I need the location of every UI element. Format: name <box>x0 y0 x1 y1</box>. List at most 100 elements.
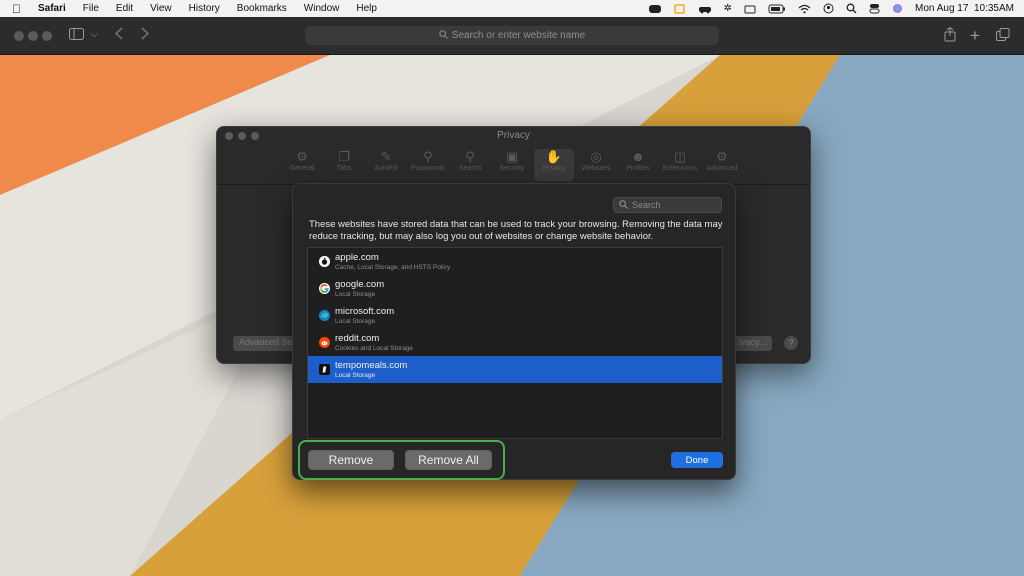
tab-autofill[interactable]: ✎ AutoFill <box>366 149 406 181</box>
website-search-input[interactable] <box>632 200 712 210</box>
tab-passwords[interactable]: ⚲ Passwords <box>408 149 448 181</box>
safari-toolbar: ⌵ Search or enter website name + <box>0 17 1024 55</box>
car-icon[interactable] <box>698 0 712 17</box>
tab-general[interactable]: ⚙ General <box>282 149 322 181</box>
search-icon <box>439 29 448 42</box>
site-name: google.com <box>335 278 385 290</box>
close-window-button[interactable] <box>14 31 24 41</box>
url-placeholder: Search or enter website name <box>451 30 586 41</box>
menu-file[interactable]: File <box>83 3 99 14</box>
tab-privacy[interactable]: ✋ Privacy <box>534 149 574 181</box>
zoom-window-button[interactable] <box>42 31 52 41</box>
tab-advanced-label: Advanced <box>706 165 738 172</box>
tab-autofill-label: AutoFill <box>374 165 398 172</box>
tab-advanced[interactable]: ⚙ Advanced <box>702 149 742 181</box>
puzzle-icon: ◫ <box>673 149 687 164</box>
keyboard-icon[interactable] <box>744 0 756 17</box>
autofill-icon: ✎ <box>380 149 392 164</box>
remove-button[interactable]: Remove <box>308 450 394 470</box>
list-item-tempomeals[interactable]: tempomeals.com Local Storage <box>308 356 722 383</box>
tab-security-label: Security <box>499 165 525 172</box>
site-detail: Local Storage <box>335 371 376 379</box>
tabs-icon: ❐ <box>338 149 350 164</box>
site-name: microsoft.com <box>335 305 395 317</box>
menu-extras: ✲ Mon Aug 17 10:35AM <box>648 0 1014 17</box>
remove-all-button[interactable]: Remove All <box>405 450 492 470</box>
site-detail: Local Storage <box>335 317 376 325</box>
tab-search-label: Search <box>458 165 482 172</box>
edge-logo-icon <box>319 310 330 321</box>
search-icon <box>619 199 628 211</box>
back-arrow-icon[interactable] <box>114 27 123 43</box>
menu-bookmarks[interactable]: Bookmarks <box>237 3 287 14</box>
new-tab-plus-icon[interactable]: + <box>970 26 980 46</box>
person-icon: ☻ <box>631 149 645 164</box>
tab-overview-icon[interactable] <box>996 28 1010 44</box>
siri-icon[interactable] <box>892 0 903 17</box>
forward-arrow-icon[interactable] <box>141 27 150 43</box>
site-name: reddit.com <box>335 332 380 344</box>
tab-profiles-label: Profiles <box>626 165 650 172</box>
site-detail: Local Storage <box>335 290 376 298</box>
site-detail: Cache, Local Storage, and HSTS Policy <box>335 263 451 271</box>
share-icon[interactable] <box>944 26 956 45</box>
app-status-icon[interactable] <box>648 0 662 17</box>
menu-window[interactable]: Window <box>304 3 340 14</box>
battery-icon[interactable] <box>768 0 786 17</box>
website-search-field[interactable] <box>613 197 722 213</box>
menu-help[interactable]: Help <box>356 3 377 14</box>
tab-search[interactable]: ⚲ Search <box>450 149 490 181</box>
user-icon[interactable] <box>823 0 834 17</box>
list-item-apple[interactable]: apple.com Cache, Local Storage, and HSTS… <box>308 248 722 275</box>
tab-security[interactable]: ▣ Security <box>492 149 532 181</box>
tab-tabs-label: Tabs <box>336 165 352 172</box>
done-button[interactable]: Done <box>671 452 723 468</box>
menu-app-name[interactable]: Safari <box>38 3 66 14</box>
url-address-bar[interactable]: Search or enter website name <box>305 26 719 45</box>
list-item-microsoft[interactable]: microsoft.com Local Storage <box>308 302 722 329</box>
control-center-icon[interactable] <box>869 0 880 17</box>
tracking-explanation-text: These websites have stored data that can… <box>309 219 723 242</box>
advanced-settings-button[interactable]: Advanced Se <box>233 336 299 351</box>
menu-history[interactable]: History <box>189 3 220 14</box>
lock-icon: ▣ <box>505 149 519 164</box>
minimize-window-button[interactable] <box>28 31 38 41</box>
prefs-tab-bar: ⚙ General ❐ Tabs ✎ AutoFill ⚲ Passwords ⚲ Sea… <box>282 149 742 181</box>
menu-edit[interactable]: Edit <box>116 3 133 14</box>
spotlight-search-icon[interactable] <box>846 0 857 17</box>
tab-tabs[interactable]: ❐ Tabs <box>324 149 364 181</box>
manage-website-data-sheet: These websites have stored data that can… <box>292 183 736 480</box>
tab-extensions[interactable]: ◫ Extensions <box>660 149 700 181</box>
menu-view[interactable]: View <box>150 3 172 14</box>
tab-general-label: General <box>289 165 315 172</box>
manage-privacy-button[interactable]: ivacy... <box>733 336 773 351</box>
chevron-down-icon[interactable]: ⌵ <box>91 29 98 40</box>
list-item-google[interactable]: google.com Local Storage <box>308 275 722 302</box>
globe-icon: ◎ <box>590 149 602 164</box>
advanced-gears-icon: ⚙ <box>716 149 728 164</box>
prefs-window-title: Privacy <box>497 130 530 141</box>
screen-icon[interactable] <box>673 0 686 17</box>
wifi-icon[interactable] <box>798 0 811 17</box>
reddit-logo-icon <box>319 337 330 348</box>
apple-menu-icon[interactable]:  <box>12 2 24 16</box>
google-logo-icon <box>319 283 330 294</box>
tab-extensions-label: Extensions <box>662 165 698 172</box>
apple-logo-icon <box>319 256 330 267</box>
menu-clock[interactable]: Mon Aug 17 10:35AM <box>915 3 1014 14</box>
help-button[interactable]: ? <box>784 336 798 350</box>
list-item-reddit[interactable]: reddit.com Cookies and Local Storage <box>308 329 722 356</box>
search-icon: ⚲ <box>465 149 475 164</box>
site-detail: Cookies and Local Storage <box>335 344 414 352</box>
tab-websites[interactable]: ◎ Websites <box>576 149 616 181</box>
tab-passwords-label: Passwords <box>410 165 446 172</box>
hand-icon: ✋ <box>545 149 563 164</box>
tempomeals-logo-icon <box>319 364 330 375</box>
tab-privacy-label: Privacy <box>542 165 566 172</box>
tab-profiles[interactable]: ☻ Profiles <box>618 149 658 181</box>
website-data-list[interactable]: apple.com Cache, Local Storage, and HSTS… <box>307 247 723 439</box>
sidebar-toggle-icon[interactable] <box>69 28 84 43</box>
key-icon: ⚲ <box>423 149 433 164</box>
bluetooth-icon[interactable]: ✲ <box>724 0 732 17</box>
menu-bar:  Safari File Edit View History Bookmark… <box>0 0 1024 17</box>
